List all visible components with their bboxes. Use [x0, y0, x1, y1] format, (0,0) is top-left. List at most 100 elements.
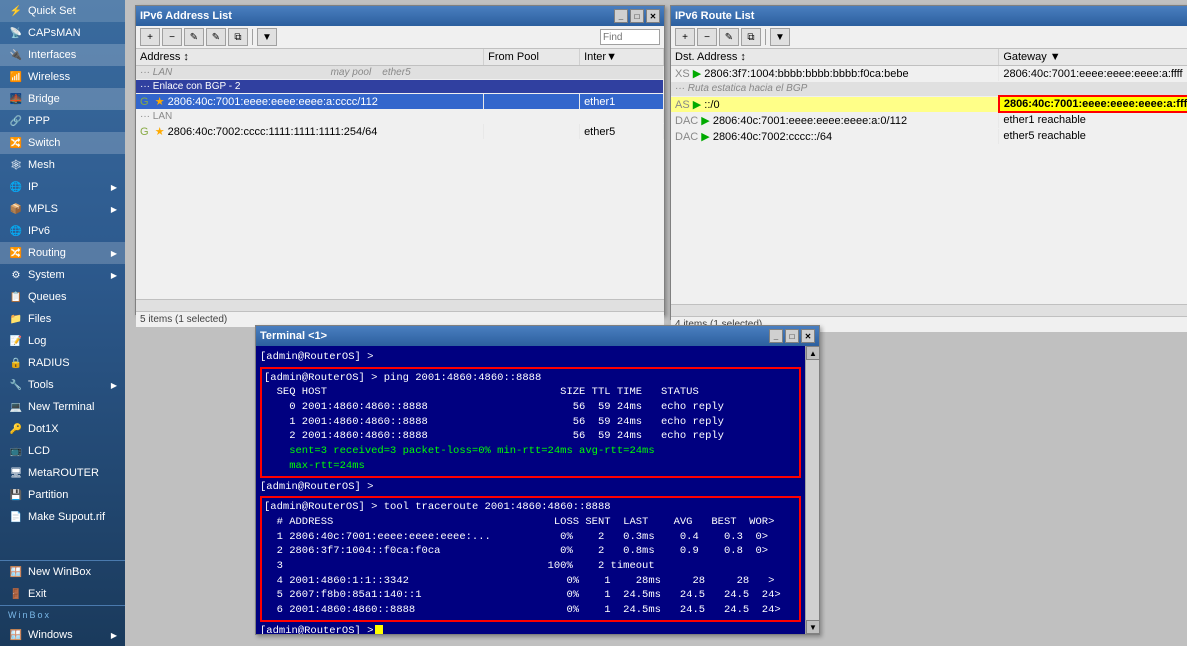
- minimize-terminal-button[interactable]: _: [769, 329, 783, 343]
- prompt1: [admin@RouterOS] >: [260, 351, 373, 363]
- terminal-prompt-line: [admin@RouterOS] >: [260, 350, 801, 365]
- sidebar-item-partition[interactable]: 💾 Partition: [0, 484, 125, 506]
- maximize-terminal-button[interactable]: □: [785, 329, 799, 343]
- remove-button[interactable]: −: [162, 28, 182, 46]
- mesh-icon: 🕸: [8, 157, 24, 173]
- sidebar-item-ipv6[interactable]: 🌐 IPv6: [0, 220, 125, 242]
- add-route-button[interactable]: +: [675, 28, 695, 46]
- table-row[interactable]: G ★ 2806:40c:7002:cccc:1111:1111:1111:25…: [136, 124, 664, 140]
- sidebar-item-label: IPv6: [28, 225, 50, 237]
- edit-route-button[interactable]: ✎: [719, 28, 739, 46]
- sidebar-item-mpls[interactable]: 📦 MPLS ▶: [0, 198, 125, 220]
- table-row[interactable]: DAC ▶ 2806:40c:7002:cccc::/64 ether5 rea…: [671, 128, 1187, 144]
- ping-row-2: 2 2001:4860:4860::8888 56 59 24ms echo r…: [264, 429, 797, 444]
- copy-route-button[interactable]: ⧉: [741, 28, 761, 46]
- sidebar-item-tools[interactable]: 🔧 Tools ▶: [0, 374, 125, 396]
- route-list-toolbar: + − ✎ ⧉ ▼: [671, 26, 1187, 49]
- bridge-icon: 🌉: [8, 91, 24, 107]
- route-horizontal-scrollbar[interactable]: [671, 304, 1187, 316]
- paste-button[interactable]: ⧉: [228, 28, 248, 46]
- row-cell: ··· LAN may pool ether5: [136, 66, 664, 80]
- sidebar-item-windows[interactable]: 🪟 Windows ▶: [0, 624, 125, 646]
- remove-route-button[interactable]: −: [697, 28, 717, 46]
- sidebar-item-mesh[interactable]: 🕸 Mesh: [0, 154, 125, 176]
- partition-icon: 💾: [8, 487, 24, 503]
- sidebar-item-ppp[interactable]: 🔗 PPP: [0, 110, 125, 132]
- sidebar-item-lcd[interactable]: 📺 LCD: [0, 440, 125, 462]
- mpls-icon: 📦: [8, 201, 24, 217]
- sidebar-item-label: Switch: [28, 137, 60, 149]
- traceroute-command: tool traceroute 2001:4860:4860::8888: [384, 501, 611, 513]
- table-row[interactable]: ··· LAN: [136, 110, 664, 124]
- sidebar-item-radius[interactable]: 🔒 RADIUS: [0, 352, 125, 374]
- sidebar-item-label: MPLS: [28, 203, 58, 215]
- table-row[interactable]: ··· Ruta estatica hacia el BGP: [671, 82, 1187, 97]
- sidebar-item-capsman[interactable]: 📡 CAPsMAN: [0, 22, 125, 44]
- sidebar-item-switch[interactable]: 🔀 Switch: [0, 132, 125, 154]
- scroll-track: [806, 360, 819, 620]
- radius-icon: 🔒: [8, 355, 24, 371]
- traceroute-row-4: 4 2001:4860:1:1::3342 0% 1 28ms 28 28 >: [264, 574, 797, 589]
- route-table: Dst. Address ↕ Gateway ▼ XS ▶ 2806:3f7:1…: [671, 49, 1187, 145]
- maximize-button[interactable]: □: [630, 9, 644, 23]
- copy-button[interactable]: ✎: [206, 28, 226, 46]
- system-arrow: ▶: [111, 271, 117, 280]
- ipv6-route-list-window: IPv6 Route List _ □ ✕ + − ✎ ⧉ ▼ Dst. Add…: [670, 5, 1187, 320]
- table-row[interactable]: ··· LAN may pool ether5: [136, 66, 664, 80]
- ping-row-0: 0 2001:4860:4860::8888 56 59 24ms echo r…: [264, 400, 797, 415]
- sidebar-item-new-terminal[interactable]: 💻 New Terminal: [0, 396, 125, 418]
- close-terminal-button[interactable]: ✕: [801, 329, 815, 343]
- ping-command-line: [admin@RouterOS] > ping 2001:4860:4860::…: [264, 371, 797, 386]
- sidebar-item-interfaces[interactable]: 🔌 Interfaces: [0, 44, 125, 66]
- row-cell: ··· Ruta estatica hacia el BGP: [671, 82, 1187, 97]
- table-row[interactable]: XS ▶ 2806:3f7:1004:bbbb:bbbb:bbbb:f0ca:b…: [671, 66, 1187, 82]
- filter-route-button[interactable]: ▼: [770, 28, 790, 46]
- sidebar-item-bridge[interactable]: 🌉 Bridge: [0, 88, 125, 110]
- window-controls-terminal: _ □ ✕: [769, 329, 815, 343]
- sidebar-item-label: Dot1X: [28, 423, 59, 435]
- table-row[interactable]: G ★ 2806:40c:7001:eeee:eeee:eeee:a:cccc/…: [136, 94, 664, 110]
- new-terminal-icon: 💻: [8, 399, 24, 415]
- edit-button[interactable]: ✎: [184, 28, 204, 46]
- sidebar-item-exit[interactable]: 🚪 Exit: [0, 583, 125, 605]
- lcd-icon: 📺: [8, 443, 24, 459]
- sidebar-item-label: Interfaces: [28, 49, 76, 61]
- scroll-down-button[interactable]: ▼: [806, 620, 820, 634]
- sidebar-item-wireless[interactable]: 📶 Wireless: [0, 66, 125, 88]
- table-row[interactable]: DAC ▶ 2806:40c:7001:eeee:eeee:eeee:a:0/1…: [671, 112, 1187, 128]
- minimize-button[interactable]: _: [614, 9, 628, 23]
- table-row[interactable]: ··· Enlace con BGP - 2: [136, 80, 664, 94]
- close-button[interactable]: ✕: [646, 9, 660, 23]
- scroll-up-button[interactable]: ▲: [806, 346, 820, 360]
- sidebar-item-files[interactable]: 📁 Files: [0, 308, 125, 330]
- table-row[interactable]: AS ▶ ::/0 2806:40c:7001:eeee:eeee:eeee:a…: [671, 96, 1187, 112]
- metarouter-icon: 🖥: [8, 465, 24, 481]
- address-find-input[interactable]: [600, 29, 660, 45]
- row-cell: ··· LAN: [136, 110, 664, 124]
- filter-button[interactable]: ▼: [257, 28, 277, 46]
- sidebar-item-quick-set[interactable]: ⚡ Quick Set: [0, 0, 125, 22]
- sidebar-item-log[interactable]: 📝 Log: [0, 330, 125, 352]
- dot1x-icon: 🔑: [8, 421, 24, 437]
- sidebar-item-label: Tools: [28, 379, 54, 391]
- terminal-content[interactable]: [admin@RouterOS] > [admin@RouterOS] > pi…: [256, 346, 805, 634]
- terminal-title: Terminal <1>: [260, 330, 769, 342]
- wireless-icon: 📶: [8, 69, 24, 85]
- sidebar-item-metarouter[interactable]: 🖥 MetaROUTER: [0, 462, 125, 484]
- sidebar-item-system[interactable]: ⚙ System ▶: [0, 264, 125, 286]
- toolbar-sep-route: [765, 29, 766, 45]
- sidebar-item-make-supout[interactable]: 📄 Make Supout.rif: [0, 506, 125, 528]
- ping-summary2: max-rtt=24ms: [264, 459, 797, 474]
- sidebar-item-label: Wireless: [28, 71, 70, 83]
- add-button[interactable]: +: [140, 28, 160, 46]
- sidebar-item-ip[interactable]: 🌐 IP ▶: [0, 176, 125, 198]
- terminal-titlebar: Terminal <1> _ □ ✕: [256, 326, 819, 346]
- iface-cell: ether5: [580, 124, 664, 140]
- horizontal-scrollbar[interactable]: [136, 299, 664, 311]
- sidebar-item-routing[interactable]: 🔀 Routing ▶: [0, 242, 125, 264]
- terminal-scrollbar[interactable]: ▲ ▼: [805, 346, 819, 634]
- sidebar-item-new-winbox[interactable]: 🪟 New WinBox: [0, 561, 125, 583]
- sidebar-item-dot1x[interactable]: 🔑 Dot1X: [0, 418, 125, 440]
- switch-icon: 🔀: [8, 135, 24, 151]
- sidebar-item-queues[interactable]: 📋 Queues: [0, 286, 125, 308]
